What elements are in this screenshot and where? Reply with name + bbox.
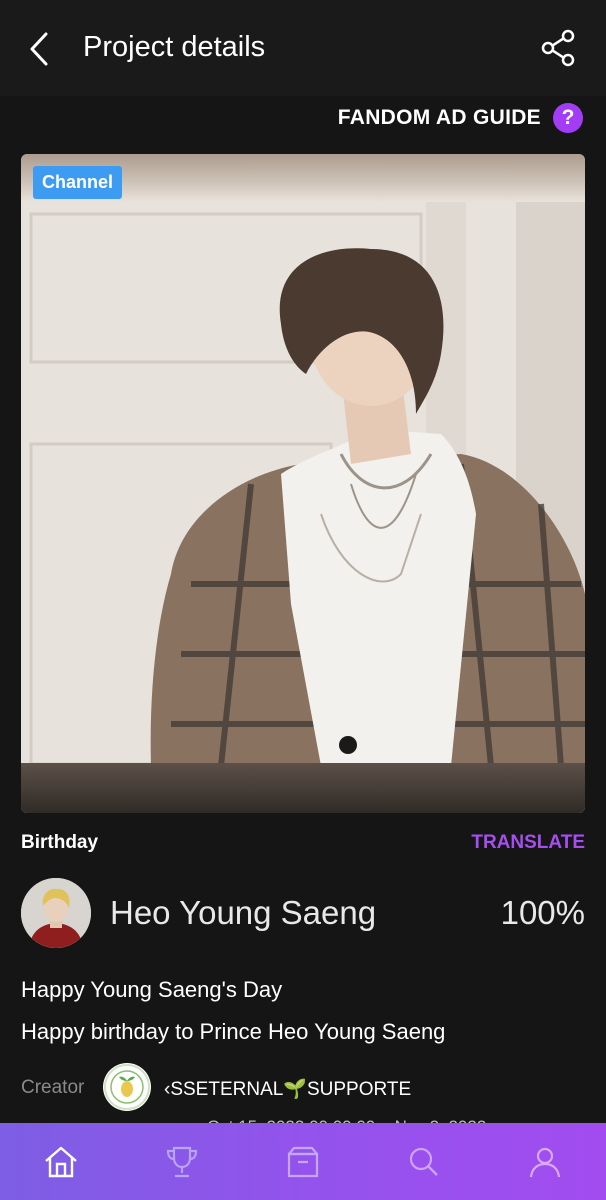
share-icon xyxy=(541,29,575,67)
nav-profile[interactable] xyxy=(485,1123,606,1200)
artist-name: Heo Young Saeng xyxy=(110,894,377,931)
project-subtitle: Happy birthday to Prince Heo Young Saeng xyxy=(21,1019,446,1044)
creator-name: ‹SSETERNAL🌱SUPPORTE xyxy=(164,1079,412,1100)
funding-percent: 100% xyxy=(500,894,585,931)
profile-icon xyxy=(530,1147,561,1177)
chevron-left-icon xyxy=(30,32,48,66)
bottom-navigation xyxy=(0,1123,606,1200)
nav-search[interactable] xyxy=(364,1123,485,1200)
translate-button[interactable]: TRANSLATE xyxy=(471,832,585,854)
page-title: Project details xyxy=(83,31,266,63)
project-category: Birthday xyxy=(21,832,99,853)
back-button[interactable] xyxy=(26,30,56,68)
artist-row[interactable]: Heo Young Saeng 100% xyxy=(21,878,585,948)
help-icon[interactable]: ? xyxy=(553,103,583,133)
fandom-ad-guide-link[interactable]: FANDOM AD GUIDE ? xyxy=(338,101,583,135)
channel-badge: Channel xyxy=(33,166,123,199)
box-icon xyxy=(287,1146,319,1177)
project-image[interactable]: Channel xyxy=(21,154,585,813)
project-title: Happy Young Saeng's Day xyxy=(21,977,283,1002)
creator-row[interactable]: Creator ‹SSETERNAL🌱SUPPORTE xyxy=(21,1063,585,1113)
ad-guide-label: FANDOM AD GUIDE xyxy=(337,106,541,129)
nav-home[interactable] xyxy=(0,1123,121,1200)
creator-label: Creator xyxy=(21,1077,85,1098)
share-button[interactable] xyxy=(538,28,578,68)
artist-photo xyxy=(21,202,585,767)
creator-logo xyxy=(103,1063,151,1111)
home-icon xyxy=(44,1146,77,1177)
nav-store[interactable] xyxy=(242,1123,363,1200)
trophy-icon xyxy=(166,1146,197,1177)
search-icon xyxy=(410,1147,439,1176)
nav-ranking[interactable] xyxy=(121,1123,242,1200)
app-header: Project details xyxy=(0,0,606,96)
avatar xyxy=(21,878,91,948)
image-bottom-band xyxy=(21,763,585,813)
